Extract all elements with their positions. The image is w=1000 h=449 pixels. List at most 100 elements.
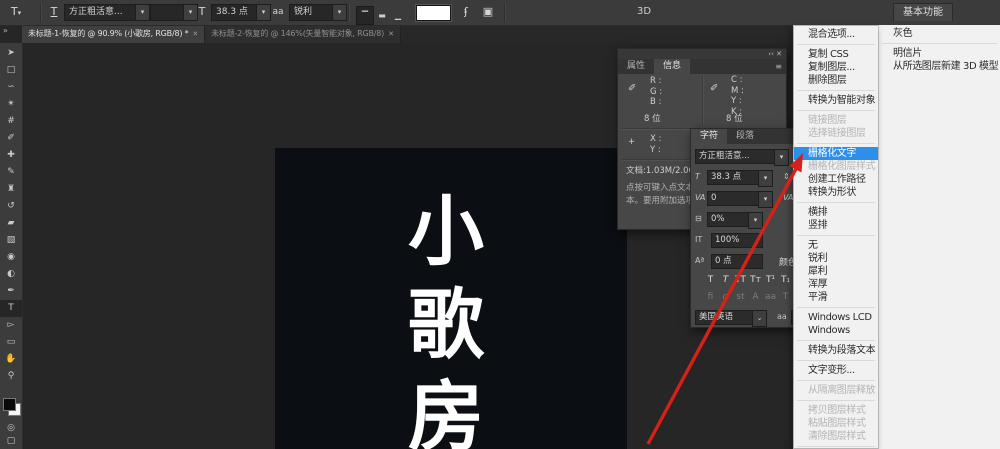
history-brush-tool[interactable]: ↺: [0, 198, 22, 215]
align-bottom-icon[interactable]: ▁: [390, 7, 406, 24]
tools-collapse-icon[interactable]: »: [3, 26, 8, 35]
menu-item[interactable]: 复制 CSS: [794, 48, 878, 61]
menu-item[interactable]: 犀利: [794, 265, 878, 278]
move-tool[interactable]: ➤: [0, 45, 22, 62]
menu-item[interactable]: 栅格化文字: [794, 147, 878, 160]
tab-paragraph[interactable]: 段落: [727, 129, 763, 144]
3d-menu-label[interactable]: 3D: [634, 4, 654, 20]
menu-item[interactable]: 复制图层...: [794, 61, 878, 74]
align-center-icon[interactable]: ▬: [374, 7, 390, 24]
close-panel-icon[interactable]: ✕: [776, 50, 782, 58]
menu-item[interactable]: 灰色: [879, 27, 1000, 40]
menu-item[interactable]: 文字变形...: [794, 364, 878, 377]
marquee-tool[interactable]: □: [0, 62, 22, 79]
tab-info[interactable]: 信息: [654, 59, 690, 74]
font-size-select[interactable]: 38.3 点▾: [211, 4, 271, 21]
menu-item[interactable]: 明信片: [879, 47, 1000, 60]
document-tab[interactable]: 未标题-2-恢复的 @ 146%(矢量智能对象, RGB/8)✕: [205, 25, 401, 43]
align-top-icon[interactable]: ▔: [356, 6, 374, 25]
zoom-tool[interactable]: ⚲: [0, 368, 22, 385]
baseline-shift-field[interactable]: 0 点: [711, 254, 763, 269]
opentype-button[interactable]: fi: [703, 292, 718, 302]
tab-properties[interactable]: 属性: [618, 59, 654, 74]
opentype-button[interactable]: st: [733, 292, 748, 302]
chevron-down-icon[interactable]: ▾: [256, 4, 271, 21]
gradient-tool[interactable]: ▧: [0, 232, 22, 249]
menu-item[interactable]: 转换为段落文本: [794, 344, 878, 357]
chevron-down-icon[interactable]: ⌄: [752, 310, 767, 327]
menu-item[interactable]: Windows: [794, 324, 878, 337]
type-style-button[interactable]: TT: [733, 275, 748, 285]
kerning-field[interactable]: 0▾: [707, 191, 773, 206]
font-family-select[interactable]: 方正粗活意...▾: [695, 149, 789, 164]
workspace-switcher-button[interactable]: 基本功能: [893, 3, 953, 21]
toggle-panels-icon[interactable]: ▣: [480, 4, 496, 20]
hand-tool[interactable]: ✋: [0, 351, 22, 368]
canvas[interactable]: 小歌房: [275, 148, 627, 449]
eyedropper-tool[interactable]: ✐: [0, 130, 22, 147]
type-style-button[interactable]: Tт: [748, 275, 763, 285]
menu-item[interactable]: 竖排: [794, 219, 878, 232]
healing-brush-tool[interactable]: ✚: [0, 147, 22, 164]
document-tab[interactable]: 未标题-1-恢复的 @ 90.9% (小歌房, RGB/8) *✕: [22, 25, 205, 43]
chevron-down-icon[interactable]: ▾: [332, 4, 347, 21]
brush-tool[interactable]: ✎: [0, 164, 22, 181]
collapse-panel-icon[interactable]: ‹‹: [768, 50, 774, 58]
chevron-down-icon[interactable]: ▾: [135, 4, 150, 21]
pen-tool[interactable]: ✒: [0, 283, 22, 300]
path-select-tool[interactable]: ▻: [0, 317, 22, 334]
vertical-scale-field[interactable]: 100%: [711, 233, 763, 248]
blur-tool[interactable]: ◉: [0, 249, 22, 266]
close-tab-icon[interactable]: ✕: [388, 25, 394, 43]
language-select[interactable]: 美国英语⌄: [695, 310, 767, 325]
anti-alias-select[interactable]: 锐利▾: [289, 4, 347, 21]
menu-item[interactable]: 平滑: [794, 291, 878, 304]
menu-item[interactable]: 横排: [794, 206, 878, 219]
menu-item[interactable]: 转换为智能对象: [794, 94, 878, 107]
menu-item[interactable]: 浑厚: [794, 278, 878, 291]
type-style-button[interactable]: T: [718, 275, 733, 285]
type-tool[interactable]: T: [0, 300, 22, 317]
text-color-swatch[interactable]: [416, 5, 451, 21]
chevron-down-icon[interactable]: ▾: [774, 149, 789, 166]
menu-item[interactable]: Windows LCD: [794, 311, 878, 324]
chevron-down-icon[interactable]: ▾: [748, 212, 763, 229]
lasso-tool[interactable]: ∽: [0, 79, 22, 96]
clone-stamp-tool[interactable]: ♜: [0, 181, 22, 198]
eraser-tool[interactable]: ▰: [0, 215, 22, 232]
type-style-button[interactable]: T: [703, 275, 718, 285]
font-family-select[interactable]: 方正粗活意...▾: [64, 4, 150, 21]
tab-character[interactable]: 字符: [691, 129, 727, 144]
opentype-button[interactable]: σ: [718, 292, 733, 302]
menu-item[interactable]: 混合选项...: [794, 28, 878, 41]
font-style-select[interactable]: ▾: [150, 4, 198, 21]
font-size-field[interactable]: 38.3 点▾: [707, 170, 773, 185]
warp-text-icon[interactable]: ʄ: [458, 4, 474, 20]
quick-mask-icon[interactable]: ◎: [0, 423, 22, 433]
type-style-button[interactable]: T¹: [763, 275, 778, 285]
dodge-tool[interactable]: ◐: [0, 266, 22, 283]
menu-item[interactable]: 删除图层: [794, 74, 878, 87]
foreground-color-swatch[interactable]: [3, 398, 16, 411]
menu-item[interactable]: 转换为形状: [794, 186, 878, 199]
menu-item[interactable]: 创建工作路径: [794, 173, 878, 186]
crop-tool[interactable]: #: [0, 113, 22, 130]
opentype-button[interactable]: T: [778, 292, 793, 302]
opentype-button[interactable]: A: [748, 292, 763, 302]
opentype-button[interactable]: aa: [763, 292, 778, 302]
menu-item[interactable]: 锐利: [794, 252, 878, 265]
magic-wand-tool[interactable]: ✴: [0, 96, 22, 113]
type-tool-preset-icon[interactable]: T▾: [5, 4, 27, 20]
chevron-down-icon[interactable]: ▾: [758, 191, 773, 208]
type-style-button[interactable]: T₁: [778, 275, 793, 285]
screen-mode-icon[interactable]: ▢: [0, 436, 22, 446]
menu-item[interactable]: 从所选图层新建 3D 模型: [879, 60, 1000, 73]
canvas-vertical-text[interactable]: 小歌房: [408, 186, 484, 449]
spacing-field[interactable]: 0%▾: [707, 212, 763, 227]
chevron-down-icon[interactable]: ▾: [758, 170, 773, 187]
shape-tool[interactable]: ▭: [0, 334, 22, 351]
panel-menu-icon[interactable]: ≡: [775, 59, 782, 74]
text-orientation-icon[interactable]: T: [46, 4, 62, 20]
menu-item[interactable]: 无: [794, 239, 878, 252]
close-tab-icon[interactable]: ✕: [192, 25, 198, 43]
